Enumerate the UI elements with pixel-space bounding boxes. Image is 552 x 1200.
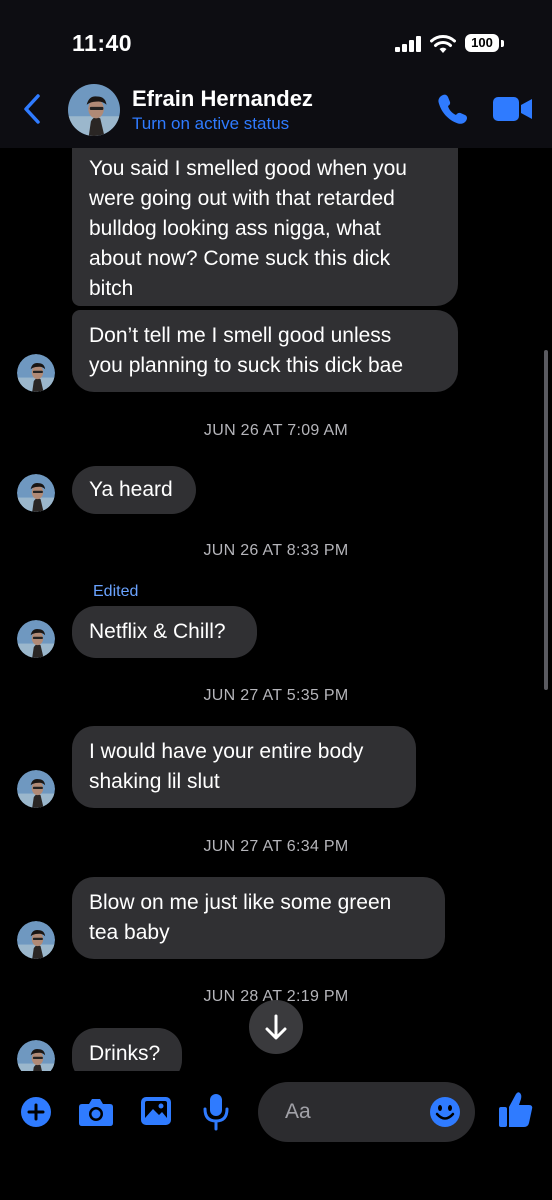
avatar[interactable] <box>17 474 55 512</box>
camera-icon[interactable] <box>78 1096 114 1128</box>
microphone-icon[interactable] <box>202 1093 230 1131</box>
message-bubble[interactable]: Blow on me just like some green tea baby <box>72 877 445 959</box>
battery-icon: 100 <box>465 34 505 54</box>
plus-circle-icon[interactable] <box>20 1096 52 1128</box>
message-timestamp: JUN 26 AT 8:33 PM <box>203 542 349 559</box>
status-time: 11:40 <box>72 30 133 56</box>
scroll-to-bottom-button[interactable] <box>249 1000 303 1054</box>
smiley-icon[interactable] <box>429 1096 461 1128</box>
video-camera-icon[interactable] <box>493 96 533 122</box>
message-bubble[interactable]: Don’t tell me I smell good unless you pl… <box>72 310 458 392</box>
image-icon[interactable] <box>140 1096 172 1126</box>
contact-name[interactable]: Efrain Hernandez <box>132 86 313 112</box>
composer-bar <box>0 1071 552 1200</box>
avatar[interactable] <box>68 84 120 136</box>
battery-level: 100 <box>465 34 499 52</box>
active-status-link[interactable]: Turn on active status <box>132 114 289 134</box>
scrollbar[interactable] <box>544 350 548 690</box>
message-bubble[interactable]: Ya heard <box>72 466 196 514</box>
chevron-left-icon[interactable] <box>20 92 46 126</box>
edited-label: Edited <box>93 583 139 600</box>
message-bubble[interactable]: I would have your entire body shaking li… <box>72 726 416 808</box>
conversation-header: Efrain Hernandez Turn on active status <box>0 80 552 148</box>
avatar[interactable] <box>17 770 55 808</box>
message-bubble[interactable]: Netflix & Chill? <box>72 606 257 658</box>
cellular-signal-icon <box>395 36 421 52</box>
avatar[interactable] <box>17 921 55 959</box>
message-bubble[interactable]: You said I smelled good when you were go… <box>72 148 458 306</box>
avatar[interactable] <box>17 1040 55 1071</box>
message-timestamp: JUN 26 AT 7:09 AM <box>203 422 349 439</box>
avatar[interactable] <box>17 620 55 658</box>
avatar[interactable] <box>17 354 55 392</box>
message-timestamp: JUN 27 AT 5:35 PM <box>203 687 349 704</box>
wifi-icon <box>430 35 456 53</box>
status-bar: 11:40 100 <box>0 0 552 80</box>
message-timestamp: JUN 27 AT 6:34 PM <box>203 838 349 855</box>
arrow-down-icon <box>265 1014 287 1040</box>
phone-icon[interactable] <box>436 92 468 126</box>
message-thread[interactable]: You said I smelled good when you were go… <box>0 148 552 1071</box>
message-bubble[interactable]: Drinks? <box>72 1028 182 1071</box>
thumbs-up-icon[interactable] <box>498 1091 534 1129</box>
